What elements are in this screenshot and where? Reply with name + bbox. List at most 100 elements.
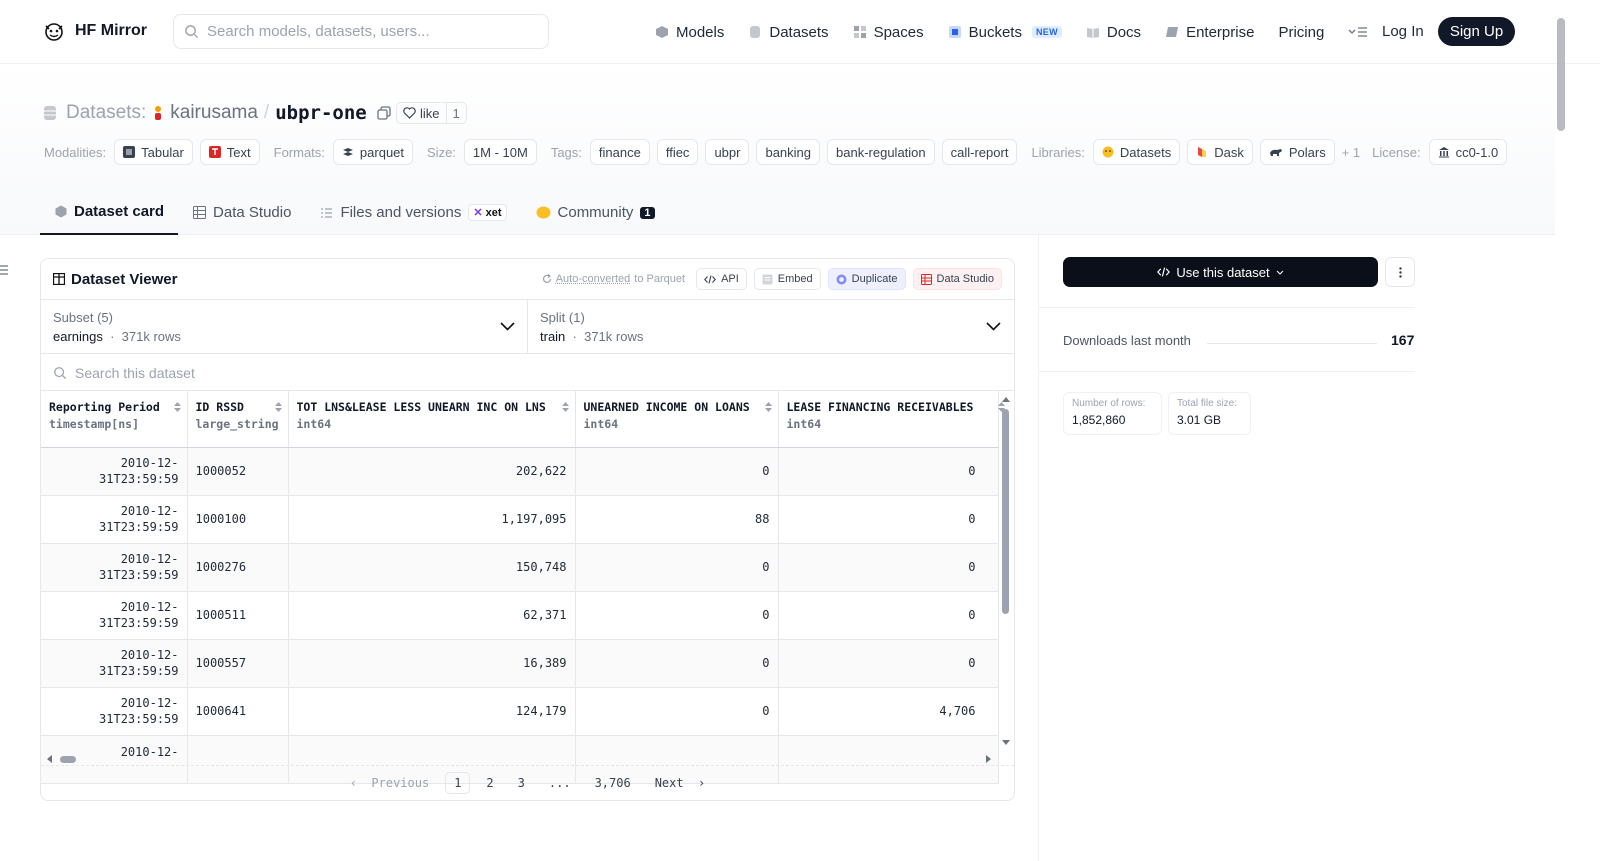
tab-files[interactable]: Files and versions ✕ xet — [305, 194, 520, 235]
embed-button[interactable]: Embed — [753, 268, 821, 290]
global-search[interactable] — [173, 14, 549, 49]
auto-converted-link[interactable]: Auto-converted — [556, 273, 631, 285]
tag-ffiec[interactable]: ffiec — [656, 139, 699, 165]
duplicate-button[interactable]: Duplicate — [827, 268, 906, 290]
prev-page-button[interactable]: ‹ Previous — [342, 773, 437, 793]
tab-dataset-card[interactable]: Dataset card — [40, 194, 179, 235]
page-1[interactable]: 1 — [445, 772, 471, 794]
cell-value[interactable]: 1,197,095 — [288, 495, 576, 544]
scroll-up-icon[interactable] — [1001, 395, 1011, 403]
cell-value[interactable]: 16,389 — [288, 639, 576, 688]
nav-more[interactable] — [1348, 26, 1368, 38]
cell-date[interactable]: 2010-12- 31T23:59:59 — [41, 591, 188, 640]
cell-id[interactable]: 1000276 — [187, 543, 289, 592]
cell-value[interactable]: 88 — [575, 495, 779, 544]
cell-value[interactable]: 150,748 — [288, 543, 576, 592]
nav-spaces[interactable]: Spaces — [853, 24, 924, 41]
sort-icon[interactable] — [173, 401, 182, 413]
cell-value[interactable]: 0 — [575, 639, 779, 688]
cell-id[interactable]: 1000052 — [187, 447, 289, 496]
nav-docs[interactable]: Docs — [1086, 24, 1141, 41]
page-scrollbar[interactable] — [1555, 0, 1568, 861]
cell-id[interactable]: 1000557 — [187, 639, 289, 688]
sort-icon[interactable] — [274, 401, 283, 413]
api-button[interactable]: API — [696, 268, 747, 290]
cell-id[interactable]: 1000511 — [187, 591, 289, 640]
scroll-thumb[interactable] — [1002, 409, 1009, 614]
nav-pricing[interactable]: Pricing — [1278, 24, 1324, 41]
nav-buckets[interactable]: Buckets NEW — [948, 24, 1062, 41]
cell-date[interactable]: 2010-12- 31T23:59:59 — [41, 687, 188, 736]
libraries-more[interactable]: + 1 — [1342, 145, 1360, 160]
page-3[interactable]: 3 — [510, 773, 533, 793]
dataset-search[interactable]: Search this dataset — [41, 355, 1014, 391]
cell-value[interactable]: 0 — [778, 639, 999, 688]
tag-bank-regulation[interactable]: bank-regulation — [827, 139, 935, 165]
table-row[interactable]: 2010-12- 31T23:59:59 1000557 16,389 0 0 — [41, 639, 999, 688]
modality-tabular[interactable]: Tabular — [114, 139, 193, 165]
column-header[interactable]: LEASE FINANCING RECEIVABLES int64 — [778, 391, 1005, 448]
format-parquet[interactable]: parquet — [332, 139, 414, 165]
nav-enterprise[interactable]: Enterprise — [1165, 24, 1254, 41]
login-link[interactable]: Log In — [1382, 23, 1424, 40]
size-chip[interactable]: 1M - 10M — [463, 139, 537, 165]
table-horizontal-scrollbar[interactable] — [41, 752, 1014, 766]
like-button[interactable]: like 1 — [396, 102, 467, 124]
auto-converted-note[interactable]: Auto-converted to Parquet — [542, 273, 685, 285]
use-dataset-button[interactable]: Use this dataset — [1063, 257, 1378, 287]
sort-icon[interactable] — [764, 401, 773, 413]
cell-value[interactable]: 0 — [575, 591, 779, 640]
license-chip[interactable]: cc0-1.0 — [1428, 139, 1508, 165]
cell-value[interactable]: 0 — [575, 447, 779, 496]
page-last[interactable]: 3,706 — [587, 773, 639, 793]
page-2[interactable]: 2 — [478, 773, 501, 793]
cell-date[interactable]: 2010-12- 31T23:59:59 — [41, 495, 188, 544]
tag-finance[interactable]: finance — [589, 139, 650, 165]
column-header[interactable]: UNEARNED INCOME ON LOANS int64 — [575, 391, 779, 448]
cell-value[interactable]: 0 — [778, 495, 999, 544]
tab-data-studio[interactable]: Data Studio — [178, 194, 305, 235]
cell-value[interactable]: 4,706 — [778, 687, 999, 736]
page-scroll-thumb[interactable] — [1557, 18, 1565, 131]
next-page-button[interactable]: Next › — [647, 773, 714, 793]
tag-call-report[interactable]: call-report — [941, 139, 1018, 165]
library-polars[interactable]: Polars — [1259, 139, 1335, 165]
modality-text[interactable]: Text — [199, 139, 260, 165]
cell-date[interactable]: 2010-12- 31T23:59:59 — [41, 543, 188, 592]
tag-ubpr[interactable]: ubpr — [705, 139, 750, 165]
column-header[interactable]: TOT LNS&LEASE LESS UNEARN INC ON LNS int6… — [288, 391, 576, 448]
column-header[interactable]: ID RSSD large_string — [187, 391, 289, 448]
scroll-down-icon[interactable] — [1001, 739, 1011, 747]
nav-models[interactable]: Models — [655, 24, 724, 41]
signup-button[interactable]: Sign Up — [1438, 17, 1515, 46]
repo-name[interactable]: ubpr-one — [275, 102, 367, 124]
more-options-button[interactable] — [1385, 257, 1415, 287]
split-select[interactable]: Split (1) train · 371k rows — [527, 300, 1013, 353]
cell-value[interactable]: 0 — [778, 591, 999, 640]
global-search-input[interactable] — [207, 23, 527, 40]
tab-community[interactable]: Community 1 — [521, 194, 669, 235]
table-row[interactable]: 2010-12- 31T23:59:59 1000511 62,371 0 0 — [41, 591, 999, 640]
cell-value[interactable]: 124,179 — [288, 687, 576, 736]
table-row[interactable]: 2010-12- 31T23:59:59 1000641 124,179 0 4,706 — [41, 687, 999, 736]
table-row[interactable]: 2010-12- 31T23:59:59 1000100 1,197,095 88 0 — [41, 495, 999, 544]
sort-icon[interactable] — [561, 401, 570, 413]
cell-date[interactable]: 2010-12- 31T23:59:59 — [41, 639, 188, 688]
cell-value[interactable]: 0 — [778, 447, 999, 496]
copy-icon[interactable] — [377, 106, 391, 120]
cell-value[interactable]: 0 — [575, 687, 779, 736]
toc-toggle-icon[interactable] — [0, 265, 8, 275]
cell-value[interactable]: 202,622 — [288, 447, 576, 496]
subset-select[interactable]: Subset (5) earnings · 371k rows — [41, 300, 527, 353]
table-row[interactable]: 2010-12- 31T23:59:59 1000052 202,622 0 0 — [41, 447, 999, 496]
scroll-right-icon[interactable] — [985, 754, 993, 764]
cell-id[interactable]: 1000100 — [187, 495, 289, 544]
table-row[interactable]: 2010-12- 31T23:59:59 1000276 150,748 0 0 — [41, 543, 999, 592]
library-datasets[interactable]: Datasets — [1092, 139, 1181, 165]
cell-value[interactable]: 0 — [778, 543, 999, 592]
cell-value[interactable]: 0 — [575, 543, 779, 592]
cell-id[interactable]: 1000641 — [187, 687, 289, 736]
scroll-left-icon[interactable] — [45, 754, 53, 764]
cell-value[interactable]: 62,371 — [288, 591, 576, 640]
tag-banking[interactable]: banking — [756, 139, 821, 165]
